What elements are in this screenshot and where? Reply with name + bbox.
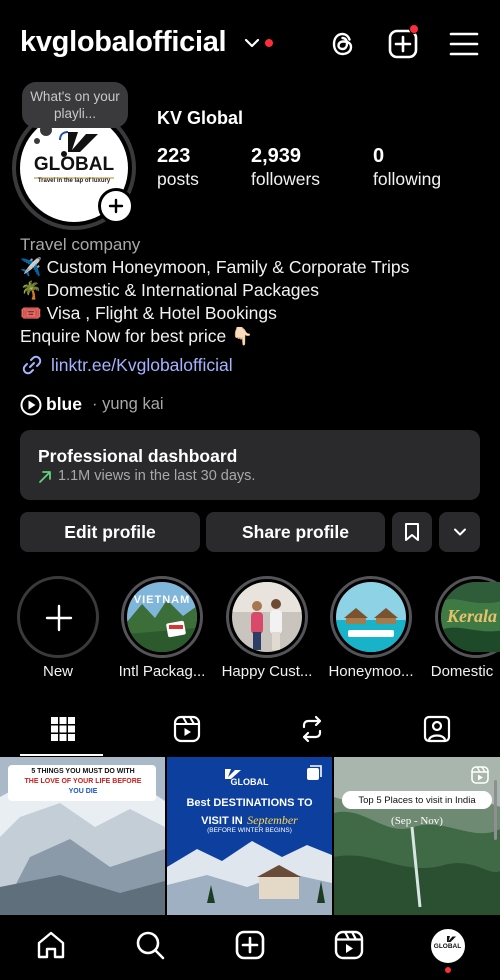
highlight-image: VIETNAM xyxy=(127,582,197,652)
posts-count[interactable]: 223 xyxy=(157,145,190,168)
highlight-label: Intl Packag... xyxy=(118,663,206,680)
highlight-label: New xyxy=(42,663,73,680)
bookmark-icon xyxy=(405,523,419,541)
play-icon[interactable] xyxy=(20,394,42,416)
post-caption-line: 5 THINGS YOU MUST DO WITH xyxy=(31,768,135,775)
threads-icon[interactable] xyxy=(327,28,359,60)
followers-count[interactable]: 2,939 xyxy=(251,145,301,168)
suggestions-dropdown-button[interactable] xyxy=(439,512,480,552)
post-headline: Best DESTINATIONS TO xyxy=(186,797,313,809)
note-bubble-tail xyxy=(34,138,40,144)
highlight-image xyxy=(336,582,406,652)
plus-icon xyxy=(108,198,124,214)
bio-line: Enquire Now for best price 👇🏻 xyxy=(20,326,253,346)
note-bubble-tail xyxy=(40,124,52,136)
post-thumbnail[interactable]: 5 THINGS YOU MUST DO WITH THE LOVE OF YO… xyxy=(0,757,165,915)
posts-label[interactable]: posts xyxy=(157,169,199,190)
highlight-label: Happy Cust... xyxy=(221,663,313,680)
nav-avatar-text: GLOBAL xyxy=(433,943,462,950)
create-icon[interactable] xyxy=(234,929,266,961)
grid-icon[interactable] xyxy=(48,714,78,744)
carousel-icon xyxy=(307,765,322,780)
reels-nav-icon[interactable] xyxy=(333,929,365,961)
add-story-badge[interactable] xyxy=(98,188,134,224)
trend-arrow-icon xyxy=(39,471,51,483)
tagged-icon[interactable] xyxy=(422,714,452,744)
active-tab-indicator xyxy=(20,754,103,756)
note-bubble[interactable]: What's on your playli... xyxy=(22,82,128,128)
chevron-down-icon[interactable] xyxy=(243,34,261,52)
bookmark-button[interactable] xyxy=(392,512,432,552)
plus-icon xyxy=(45,604,73,632)
following-count[interactable]: 0 xyxy=(373,145,384,168)
avatar-logo-tagline: Travel in the lap of luxury xyxy=(37,178,111,184)
avatar-logo-text: GLOBAL xyxy=(33,154,115,175)
profile-category: Travel company xyxy=(20,235,141,254)
username-header[interactable]: kvglobalofficial xyxy=(20,26,227,59)
reels-icon[interactable] xyxy=(172,714,202,744)
post-subtext: (Sep - Nov) xyxy=(391,815,443,827)
notification-dot xyxy=(445,967,451,973)
post-thumbnail[interactable]: Top 5 Places to visit in India (Sep - No… xyxy=(334,757,500,915)
dashboard-subtitle: 1.1M views in the last 30 days. xyxy=(58,468,256,484)
post-pill-text: Top 5 Places to visit in India xyxy=(358,795,476,806)
edit-profile-button[interactable]: Edit profile xyxy=(20,512,200,552)
post-caption-line: YOU DIE xyxy=(68,788,98,795)
followers-label[interactable]: followers xyxy=(251,169,320,190)
highlight-image-text: Kerala xyxy=(447,606,498,626)
post-headline-script: September xyxy=(247,813,298,827)
highlight-label: Domestic xyxy=(430,663,494,680)
highlight-label: Honeymoo... xyxy=(328,663,414,680)
post-caption-line: THE LOVE OF YOUR LIFE BEFORE xyxy=(24,778,142,785)
bio-line: ✈️ Custom Honeymoon, Family & Corporate … xyxy=(20,257,410,277)
search-icon[interactable] xyxy=(134,929,166,961)
highlight-image-text: VIETNAM xyxy=(133,594,191,606)
music-title[interactable]: blue xyxy=(46,394,82,415)
profile-nav-avatar[interactable]: GLOBAL xyxy=(431,929,465,963)
post-thumbnail[interactable]: GLOBAL Best DESTINATIONS TO VISIT IN Sep… xyxy=(167,757,332,915)
repost-icon[interactable] xyxy=(297,714,327,744)
share-profile-button[interactable]: Share profile xyxy=(206,512,385,552)
reels-icon xyxy=(471,766,489,784)
bio-line: 🌴 Domestic & International Packages xyxy=(20,280,320,300)
notification-dot xyxy=(265,39,273,47)
bio-line: 🎟️ Visa , Flight & Hotel Bookings xyxy=(20,303,277,323)
scrollbar[interactable] xyxy=(494,780,497,840)
post-headline-text: VISIT IN xyxy=(201,815,243,827)
display-name: KV Global xyxy=(157,108,244,128)
dashboard-title: Professional dashboard xyxy=(38,446,238,466)
following-label[interactable]: following xyxy=(373,169,441,190)
notification-dot xyxy=(409,24,419,34)
menu-icon[interactable] xyxy=(448,28,480,60)
home-icon[interactable] xyxy=(35,929,67,961)
post-subtext: (BEFORE WINTER BEGINS) xyxy=(207,827,292,834)
chevron-down-icon xyxy=(453,528,466,536)
link-icon xyxy=(22,355,42,375)
bio-link[interactable]: linktr.ee/Kvglobalofficial xyxy=(51,355,233,376)
music-artist[interactable]: · yung kai xyxy=(92,395,164,414)
highlight-image xyxy=(232,582,302,652)
